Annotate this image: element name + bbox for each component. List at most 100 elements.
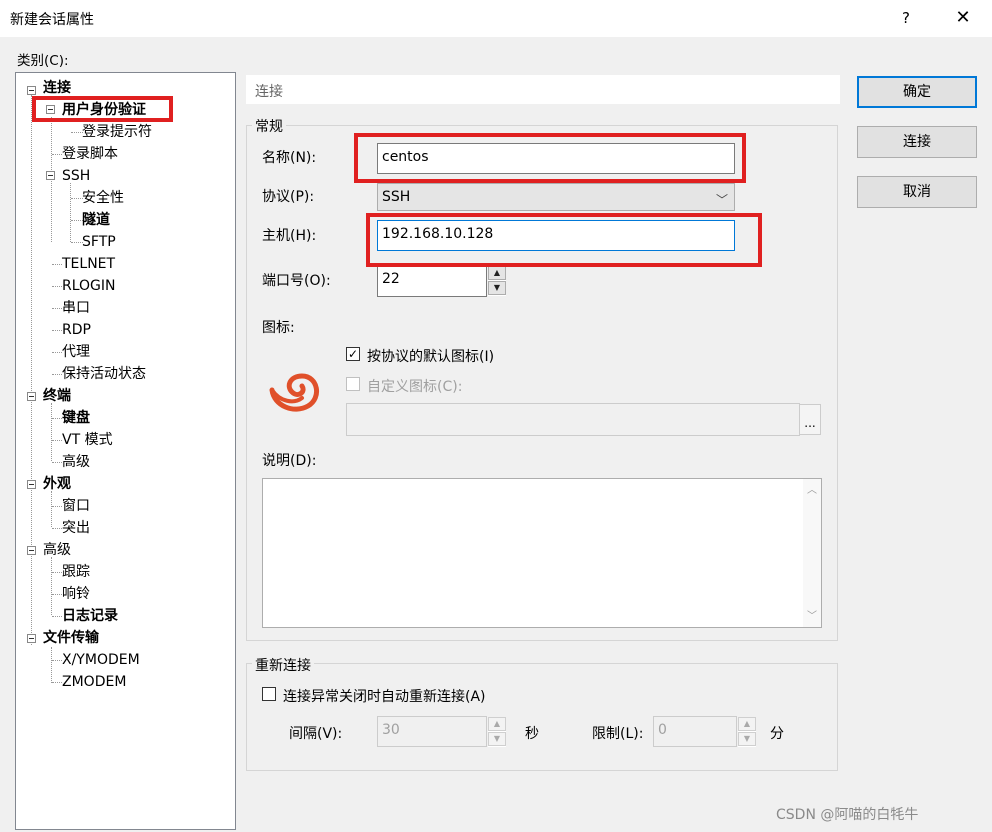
tree-line <box>52 264 62 265</box>
tree-line <box>52 286 62 287</box>
description-scrollbar[interactable]: ︿ ﹀ <box>803 479 821 627</box>
tree-item-login-prompt[interactable]: 登录提示符 <box>82 122 152 142</box>
auto-reconnect-checkbox[interactable] <box>262 687 276 701</box>
collapse-toggle[interactable] <box>27 546 36 555</box>
tree-item-rdp[interactable]: RDP <box>62 320 91 340</box>
auto-reconnect-checkbox-label: 连接异常关闭时自动重新连接(A) <box>283 689 486 705</box>
default-icon-checkbox[interactable]: ✓ <box>346 347 360 361</box>
limit-unit: 分 <box>770 726 784 742</box>
tree-line <box>52 418 62 419</box>
protocol-label: 协议(P): <box>262 189 315 205</box>
tree-item-serial[interactable]: 串口 <box>62 298 90 318</box>
ok-button[interactable]: 确定 <box>857 76 977 108</box>
interval-spinner[interactable]: ▲ ▼ <box>488 717 506 747</box>
tree-item-highlight[interactable]: 突出 <box>62 518 90 538</box>
tree-line <box>52 594 62 595</box>
annotation-highlight-box <box>354 133 746 183</box>
custom-icon-checkbox[interactable] <box>346 377 360 391</box>
tree-item-proxy[interactable]: 代理 <box>62 342 90 362</box>
tree-line <box>52 616 62 617</box>
category-tree[interactable]: 连接 用户身份验证 登录提示符 登录脚本 SSH 安全性 隧道 SFTP TEL… <box>15 72 236 830</box>
tree-item-appearance[interactable]: 外观 <box>43 474 71 494</box>
description-textarea[interactable]: ︿ ﹀ <box>262 478 822 628</box>
tree-line <box>52 462 62 463</box>
name-label: 名称(N): <box>262 150 317 166</box>
tree-item-rlogin[interactable]: RLOGIN <box>62 276 116 296</box>
tree-item-login-script[interactable]: 登录脚本 <box>62 144 118 164</box>
title-bar <box>0 0 992 37</box>
tree-line <box>51 491 52 527</box>
annotation-highlight-box <box>366 213 762 267</box>
tree-line <box>52 374 62 375</box>
tree-item-window[interactable]: 窗口 <box>62 496 90 516</box>
protocol-select-value: SSH <box>382 189 411 205</box>
description-label: 说明(D): <box>262 453 317 469</box>
tree-item-trace[interactable]: 跟踪 <box>62 562 90 582</box>
tree-item-file-transfer[interactable]: 文件传输 <box>43 628 99 648</box>
interval-input[interactable]: 30 <box>377 716 487 747</box>
tree-line <box>52 154 62 155</box>
collapse-toggle[interactable] <box>46 171 55 180</box>
limit-input[interactable]: 0 <box>653 716 737 747</box>
tree-item-sftp[interactable]: SFTP <box>82 232 116 252</box>
tree-item-xymodem[interactable]: X/YMODEM <box>62 650 140 670</box>
browse-icon-button[interactable]: ... <box>799 404 821 435</box>
tree-line <box>52 572 62 573</box>
port-input[interactable]: 22 <box>377 265 487 297</box>
tree-line <box>52 330 62 331</box>
tree-item-keepalive[interactable]: 保持活动状态 <box>62 364 146 384</box>
spin-up-icon[interactable]: ▲ <box>488 266 506 280</box>
tree-line <box>52 352 62 353</box>
limit-label: 限制(L): <box>592 726 644 742</box>
tree-item-vt-mode[interactable]: VT 模式 <box>62 430 113 450</box>
interval-label: 间隔(V): <box>289 726 343 742</box>
protocol-select[interactable]: SSH ﹀ <box>377 183 735 211</box>
general-group-title: 常规 <box>252 116 286 136</box>
section-header: 连接 <box>246 75 840 104</box>
tree-item-ssh[interactable]: SSH <box>62 166 90 186</box>
tree-line <box>51 557 52 615</box>
limit-spinner[interactable]: ▲ ▼ <box>738 717 756 747</box>
scroll-up-icon[interactable]: ︿ <box>803 481 821 496</box>
custom-icon-path-input[interactable] <box>346 403 800 436</box>
tree-item-security[interactable]: 安全性 <box>82 188 124 208</box>
tree-item-advanced[interactable]: 高级 <box>43 540 71 560</box>
tree-item-connection[interactable]: 连接 <box>43 78 71 98</box>
collapse-toggle[interactable] <box>27 480 36 489</box>
host-label: 主机(H): <box>262 228 317 244</box>
tree-line <box>52 506 62 507</box>
tree-item-telnet[interactable]: TELNET <box>62 254 115 274</box>
scroll-down-icon[interactable]: ﹀ <box>803 607 821 622</box>
tree-line <box>52 528 62 529</box>
cancel-button[interactable]: 取消 <box>857 176 977 208</box>
connect-button[interactable]: 连接 <box>857 126 977 158</box>
tree-item-keyboard[interactable]: 键盘 <box>62 408 90 428</box>
tree-item-terminal-advanced[interactable]: 高级 <box>62 452 90 472</box>
close-button[interactable]: ✕ <box>948 3 978 33</box>
tree-line <box>51 647 52 683</box>
tree-item-terminal[interactable]: 终端 <box>43 386 71 406</box>
tree-item-logging[interactable]: 日志记录 <box>62 606 118 626</box>
custom-icon-checkbox-label: 自定义图标(C): <box>367 379 463 395</box>
collapse-toggle[interactable] <box>27 634 36 643</box>
tree-line <box>51 403 52 461</box>
spin-up-icon[interactable]: ▲ <box>738 717 756 731</box>
chevron-down-icon: ﹀ <box>715 193 728 207</box>
tree-item-tunnel[interactable]: 隧道 <box>82 210 110 230</box>
spin-up-icon[interactable]: ▲ <box>488 717 506 731</box>
category-label: 类别(C): <box>17 53 69 69</box>
tree-line <box>52 682 62 683</box>
tree-line <box>52 660 62 661</box>
help-button[interactable]: ? <box>892 3 920 33</box>
port-spinner[interactable]: ▲ ▼ <box>488 266 506 296</box>
collapse-toggle[interactable] <box>27 86 36 95</box>
tree-item-zmodem[interactable]: ZMODEM <box>62 672 126 692</box>
port-label: 端口号(O): <box>262 273 331 289</box>
tree-item-bell[interactable]: 响铃 <box>62 584 90 604</box>
app-logo-icon <box>269 373 319 412</box>
spin-down-icon[interactable]: ▼ <box>738 732 756 746</box>
collapse-toggle[interactable] <box>27 392 36 401</box>
window-title: 新建会话属性 <box>10 12 94 28</box>
spin-down-icon[interactable]: ▼ <box>488 281 506 295</box>
spin-down-icon[interactable]: ▼ <box>488 732 506 746</box>
